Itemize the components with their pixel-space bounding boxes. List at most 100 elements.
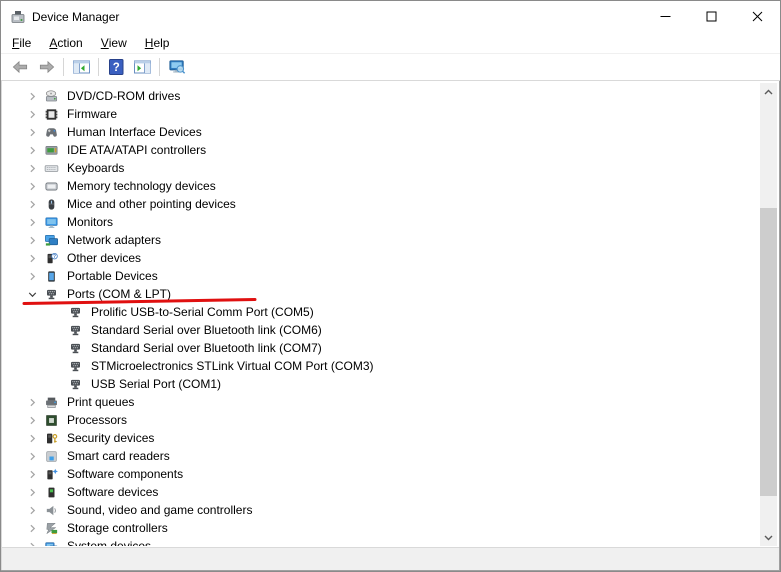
tree-item-label: Security devices — [65, 431, 156, 445]
tree-item[interactable]: Firmware — [2, 105, 760, 123]
toolbar-separator — [159, 58, 160, 76]
tree-item[interactable]: Network adapters — [2, 231, 760, 249]
chevron-right-icon[interactable] — [22, 412, 42, 428]
vertical-scrollbar[interactable] — [760, 83, 777, 546]
serial-port-icon — [42, 286, 60, 302]
tree-item[interactable]: Security devices — [2, 429, 760, 447]
tree-item[interactable]: IDE ATA/ATAPI controllers — [2, 141, 760, 159]
menu-item-help[interactable]: Help — [136, 32, 179, 53]
speaker-icon — [42, 502, 60, 518]
chevron-right-icon[interactable] — [22, 250, 42, 266]
keyboard-icon — [42, 160, 60, 176]
tree-item[interactable]: Print queues — [2, 393, 760, 411]
software-device-icon — [42, 484, 60, 500]
tree-item-label: USB Serial Port (COM1) — [89, 377, 223, 391]
forward-button[interactable] — [33, 55, 59, 79]
tree-item-label: Storage controllers — [65, 521, 170, 535]
chevron-right-icon[interactable] — [22, 520, 42, 536]
tree-item-label: Memory technology devices — [65, 179, 218, 193]
tree-item-label: Smart card readers — [65, 449, 172, 463]
titlebar: Device Manager — [1, 1, 780, 32]
tree-item[interactable]: Prolific USB-to-Serial Comm Port (COM5) — [2, 303, 760, 321]
chevron-right-icon[interactable] — [22, 448, 42, 464]
tree-item-label: Print queues — [65, 395, 136, 409]
chevron-right-icon[interactable] — [22, 178, 42, 194]
back-button[interactable] — [7, 55, 33, 79]
help-button[interactable]: ? — [103, 55, 129, 79]
tree-item-label: STMicroelectronics STLink Virtual COM Po… — [89, 359, 376, 373]
tree-item[interactable]: Software components — [2, 465, 760, 483]
scroll-up-button[interactable] — [760, 83, 777, 100]
chevron-right-icon[interactable] — [22, 196, 42, 212]
tree-item[interactable]: Standard Serial over Bluetooth link (COM… — [2, 321, 760, 339]
chevron-down-icon[interactable] — [22, 286, 42, 302]
chevron-right-icon[interactable] — [22, 538, 42, 546]
tree-item[interactable]: Monitors — [2, 213, 760, 231]
chevron-right-icon[interactable] — [22, 394, 42, 410]
scrollbar-thumb[interactable] — [760, 208, 777, 496]
menu-item-action[interactable]: Action — [40, 32, 91, 53]
system-device-icon — [42, 538, 60, 546]
chevron-right-icon[interactable] — [22, 484, 42, 500]
chevron-right-icon[interactable] — [22, 106, 42, 122]
toolbar-separator — [63, 58, 64, 76]
tree-item[interactable]: Keyboards — [2, 159, 760, 177]
maximize-button[interactable] — [688, 1, 734, 32]
firmware-icon — [42, 106, 60, 122]
ide-controller-icon — [42, 142, 60, 158]
tree-item[interactable]: Memory technology devices — [2, 177, 760, 195]
tree-item-label: DVD/CD-ROM drives — [65, 89, 182, 103]
chevron-right-icon[interactable] — [22, 430, 42, 446]
tree-item[interactable]: USB Serial Port (COM1) — [2, 375, 760, 393]
scan-for-hardware-changes-button[interactable] — [164, 55, 190, 79]
tree-item-label: Standard Serial over Bluetooth link (COM… — [89, 323, 324, 337]
chevron-right-icon[interactable] — [22, 124, 42, 140]
chevron-right-icon[interactable] — [22, 88, 42, 104]
hid-icon — [42, 124, 60, 140]
minimize-icon — [660, 11, 671, 22]
chevron-right-icon[interactable] — [22, 232, 42, 248]
tree-item-label: Firmware — [65, 107, 119, 121]
chevron-right-icon[interactable] — [22, 502, 42, 518]
indent-spacer — [46, 340, 66, 356]
tree-item[interactable]: System devices — [2, 537, 760, 546]
serial-port-icon — [66, 340, 84, 356]
serial-port-icon — [66, 322, 84, 338]
serial-port-icon — [66, 358, 84, 374]
serial-port-icon — [66, 376, 84, 392]
menu-item-file[interactable]: File — [3, 32, 40, 53]
window-title: Device Manager — [32, 9, 642, 24]
tree-item[interactable]: Human Interface Devices — [2, 123, 760, 141]
show-hide-action-pane-button[interactable] — [129, 55, 155, 79]
tree-item[interactable]: ?Other devices — [2, 249, 760, 267]
tree-item-label: Standard Serial over Bluetooth link (COM… — [89, 341, 324, 355]
tree-item[interactable]: Processors — [2, 411, 760, 429]
tree-item[interactable]: STMicroelectronics STLink Virtual COM Po… — [2, 357, 760, 375]
scroll-down-button[interactable] — [760, 529, 777, 546]
minimize-button[interactable] — [642, 1, 688, 32]
tree-item[interactable]: Smart card readers — [2, 447, 760, 465]
indent-spacer — [46, 358, 66, 374]
chevron-right-icon[interactable] — [22, 142, 42, 158]
action-pane-icon — [133, 59, 152, 75]
tree-item[interactable]: Mice and other pointing devices — [2, 195, 760, 213]
tree-item[interactable]: DVD/CD-ROM drives — [2, 87, 760, 105]
memory-device-icon — [42, 178, 60, 194]
tree-item[interactable]: Standard Serial over Bluetooth link (COM… — [2, 339, 760, 357]
tree-item[interactable]: Ports (COM & LPT) — [2, 285, 760, 303]
chevron-right-icon[interactable] — [22, 214, 42, 230]
menu-item-view[interactable]: View — [92, 32, 136, 53]
tree-item[interactable]: Storage controllers — [2, 519, 760, 537]
monitor-icon — [42, 214, 60, 230]
tree-item[interactable]: Software devices — [2, 483, 760, 501]
chevron-right-icon[interactable] — [22, 268, 42, 284]
tree-item[interactable]: Portable Devices — [2, 267, 760, 285]
portable-device-icon — [42, 268, 60, 284]
chevron-right-icon[interactable] — [22, 160, 42, 176]
close-button[interactable] — [734, 1, 780, 32]
tree-item[interactable]: Sound, video and game controllers — [2, 501, 760, 519]
show-hide-console-tree-button[interactable] — [68, 55, 94, 79]
tree-item-label: Other devices — [65, 251, 143, 265]
chevron-right-icon[interactable] — [22, 466, 42, 482]
tree-item-label: Keyboards — [65, 161, 126, 175]
